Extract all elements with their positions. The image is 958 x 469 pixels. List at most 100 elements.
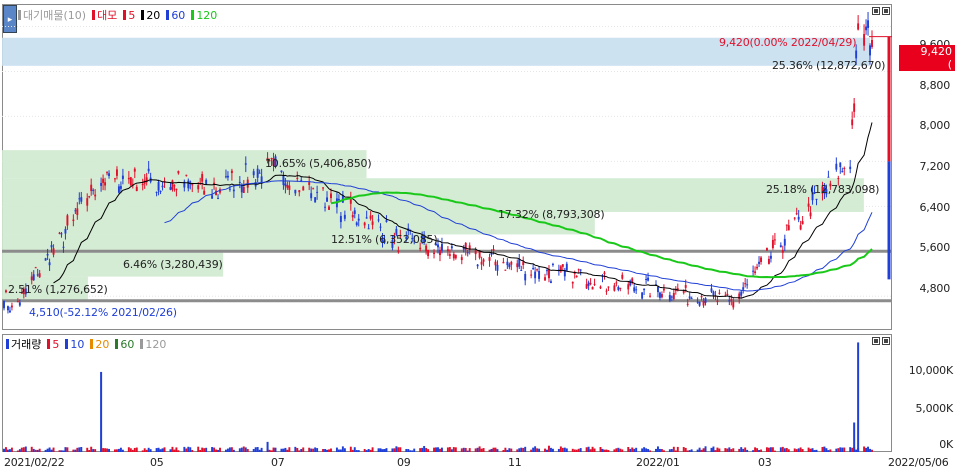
candle-body xyxy=(302,186,305,191)
candle-body xyxy=(44,258,47,261)
candle-body xyxy=(635,289,638,291)
candle-body xyxy=(704,298,707,303)
close-icon[interactable] xyxy=(882,337,890,345)
candle-body xyxy=(488,257,491,261)
candle-body xyxy=(593,283,596,285)
legend-vol-ma20[interactable]: 20 xyxy=(90,338,109,351)
candle-body xyxy=(238,181,241,183)
candle-body xyxy=(316,191,319,193)
profile-label-1: 25.36% (12,872,670) xyxy=(772,59,886,72)
candle-body xyxy=(754,271,757,274)
profile-label-7: 2.51% (1,276,652) xyxy=(8,283,108,296)
candle-body xyxy=(288,185,291,190)
profile-label-2: 10.65% (5,406,850) xyxy=(265,157,372,170)
candle-body xyxy=(577,269,580,271)
candle-body xyxy=(662,288,665,291)
candle-body xyxy=(548,269,550,279)
y-tick: 5,000K xyxy=(915,402,953,415)
candle-body xyxy=(508,264,511,268)
window-icon[interactable] xyxy=(872,7,880,15)
candle-body xyxy=(90,184,93,192)
candle-body xyxy=(544,277,546,281)
candle-body xyxy=(690,298,693,300)
candle-body xyxy=(795,213,798,215)
candle-body xyxy=(78,198,81,200)
candle-body xyxy=(339,215,342,223)
candle-body xyxy=(175,188,178,191)
candle-body xyxy=(5,290,7,293)
candle-body xyxy=(732,301,735,308)
candle-body xyxy=(280,170,283,173)
candle-body xyxy=(159,190,162,192)
candle-body xyxy=(10,305,13,308)
legend-candle[interactable]: 대모 xyxy=(92,7,117,23)
candle-body xyxy=(518,258,521,267)
legend-vol-ma5[interactable]: 5 xyxy=(47,338,59,351)
candle-body xyxy=(827,176,830,178)
candle-body xyxy=(668,295,671,301)
legend-ma5[interactable]: 5 xyxy=(123,9,135,22)
candle-body xyxy=(801,221,804,225)
legend-vol-ma120[interactable]: 120 xyxy=(140,338,166,351)
candle-body xyxy=(781,250,784,253)
candle-body xyxy=(337,198,340,201)
legend-vol-ma10[interactable]: 10 xyxy=(65,338,84,351)
y-tick: 8,000 xyxy=(919,119,951,132)
candle-body xyxy=(853,103,856,112)
current-price-badge: 9,420 ( 29.93%) xyxy=(899,45,955,84)
candle-body xyxy=(502,261,505,264)
candle-body xyxy=(114,178,116,180)
volume-spike xyxy=(100,371,103,452)
candle-body xyxy=(728,300,731,302)
legend-ma120[interactable]: 120 xyxy=(191,9,217,22)
candle-body xyxy=(530,274,533,276)
close-icon[interactable] xyxy=(882,7,890,15)
candle-body xyxy=(258,172,261,174)
candle-body xyxy=(439,249,441,256)
candle-body xyxy=(385,220,388,222)
candle-body xyxy=(224,176,227,178)
x-tick: 05 xyxy=(150,456,164,469)
window-icon[interactable] xyxy=(872,337,880,345)
legend-ma60[interactable]: 60 xyxy=(166,9,185,22)
candle-body xyxy=(230,170,233,174)
profile-label-6: 6.46% (3,280,439) xyxy=(123,258,223,271)
candle-body xyxy=(839,162,842,168)
candle-body xyxy=(379,226,382,228)
candle-body xyxy=(799,225,802,230)
candle-body xyxy=(797,216,800,220)
candle-body xyxy=(857,23,860,30)
candle-body xyxy=(760,257,762,262)
candle-body xyxy=(534,271,537,279)
candle-body xyxy=(546,270,548,272)
legend-volume[interactable]: 거래량 xyxy=(6,336,41,352)
candle-body xyxy=(169,187,172,190)
volume-spike xyxy=(266,441,269,452)
candle-body xyxy=(767,258,770,264)
price-legend: 대기매물(10) 대모 5 20 60 120 xyxy=(18,7,217,23)
legend-ma20[interactable]: 20 xyxy=(141,9,160,22)
candle-body xyxy=(841,171,844,173)
candle-body xyxy=(682,291,685,293)
candle-body xyxy=(427,250,430,256)
candle-body xyxy=(282,175,285,185)
legend-vol-ma60[interactable]: 60 xyxy=(115,338,134,351)
candle-body xyxy=(865,26,868,31)
candle-body xyxy=(189,181,192,183)
candle-body xyxy=(330,193,332,199)
candle-body xyxy=(855,50,858,59)
x-tick: 2022/05/06 xyxy=(888,456,949,469)
y-tick: 10,000K xyxy=(908,364,954,377)
candle-body xyxy=(252,171,255,176)
candle-body xyxy=(607,286,610,288)
candle-body xyxy=(603,272,606,274)
candle-body xyxy=(843,168,846,170)
candle-body xyxy=(36,274,39,276)
candle-body xyxy=(324,206,327,208)
price-chart-svg xyxy=(2,12,892,314)
candle-body xyxy=(76,208,79,216)
candle-body xyxy=(433,252,436,255)
candle-body xyxy=(117,186,120,193)
candle-body xyxy=(66,215,69,226)
candle-body xyxy=(726,293,729,296)
